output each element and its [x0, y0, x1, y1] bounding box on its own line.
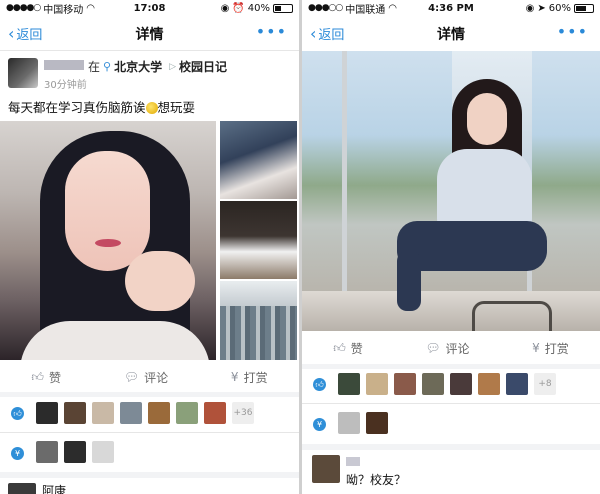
battery-icon [273, 3, 293, 13]
username-redacted[interactable] [44, 60, 84, 70]
comment-label: 评论 [144, 370, 169, 385]
battery-percent: 40% [247, 2, 270, 14]
like-button[interactable]: 👍︎ 赞 [31, 369, 61, 386]
likes-thumb-icon: 👍︎ [11, 407, 24, 420]
post-photo-main[interactable] [302, 51, 600, 331]
post-header: 在 ⚲ 北京大学 ▷ 校园日记 30分钟前 [8, 58, 293, 91]
post-photo-thumb-1[interactable] [220, 121, 297, 199]
page-title: 详情 [135, 27, 164, 43]
liker-avatar[interactable] [120, 402, 142, 424]
navigation-bar: ‹ 返回 详情 ••• [302, 18, 600, 48]
phone-screen-right: ●●●○○ 中国联通 ◠ 4:36 PM ◉ ➤ 60% ‹ 返回 详情 •••… [302, 0, 600, 494]
reward-coin-icon: ¥ [313, 418, 326, 431]
more-icon[interactable]: ••• [256, 22, 287, 41]
liker-avatar[interactable] [394, 373, 416, 395]
topic-tag-icon: ▷ [169, 61, 177, 72]
post-time: 30分钟前 [44, 80, 87, 91]
more-icon[interactable]: ••• [557, 22, 588, 41]
thumbs-up-icon: 👍︎ [333, 340, 346, 355]
commenter-avatar[interactable] [312, 455, 340, 483]
smiley-emoji-icon [145, 102, 158, 114]
caption-tail: 想玩耍 [157, 100, 196, 115]
rewarder-avatar[interactable] [366, 412, 388, 434]
section-gap [0, 392, 299, 397]
section-gap [302, 364, 600, 369]
liker-avatar[interactable] [64, 402, 86, 424]
reward-coin-icon: ¥ [11, 447, 24, 460]
likers-list: +36 [36, 402, 254, 424]
location-line: 在 ⚲ 北京大学 ▷ 校园日记 [88, 58, 227, 75]
liker-avatar[interactable] [422, 373, 444, 395]
rewarder-avatar[interactable] [64, 441, 86, 463]
liker-avatar[interactable] [148, 402, 170, 424]
likes-thumb-icon: 👍︎ [313, 378, 326, 391]
coin-icon: ¥ [532, 341, 540, 355]
rewarders-list [338, 412, 388, 434]
liker-avatar[interactable] [338, 373, 360, 395]
phone-screen-left: ●●●●○ 中国移动 ◠ 17:08 ◉ ⏰ 40% ‹ 返回 详情 ••• 在… [0, 0, 299, 494]
action-bar: 👍︎ 赞 💬︎ 评论 ¥ 打赏 [302, 333, 600, 363]
commenter-avatar[interactable] [8, 483, 36, 494]
liker-avatar[interactable] [478, 373, 500, 395]
commenter-name-redacted[interactable] [346, 457, 360, 466]
nav-divider [0, 50, 299, 51]
comment-label: 评论 [445, 341, 470, 356]
location-arrow-icon: ➤ [537, 2, 546, 14]
comment-bubble-icon: 💬︎ [123, 370, 140, 384]
likes-divider [0, 432, 299, 433]
reward-label: 打赏 [243, 370, 268, 385]
liker-avatar[interactable] [204, 402, 226, 424]
liker-avatar[interactable] [36, 402, 58, 424]
liker-avatar[interactable] [366, 373, 388, 395]
rewarder-avatar[interactable] [338, 412, 360, 434]
post-photo-thumb-2[interactable] [220, 201, 297, 279]
post-photo-main[interactable] [0, 121, 216, 360]
lock-rotation-icon: ◉ [525, 2, 535, 14]
location-pin-icon: ⚲ [103, 60, 112, 73]
liker-avatar[interactable] [92, 402, 114, 424]
like-label: 赞 [350, 341, 363, 356]
section-gap [0, 472, 299, 478]
battery-percent: 60% [548, 2, 571, 14]
like-label: 赞 [48, 370, 61, 385]
coin-icon: ¥ [230, 370, 239, 384]
avatar[interactable] [8, 58, 38, 88]
comment-button[interactable]: 💬︎ 评论 [425, 340, 469, 357]
navigation-bar: ‹ 返回 详情 ••• [0, 18, 299, 48]
lock-rotation-icon: ◉ [220, 2, 230, 14]
page-title: 详情 [437, 27, 465, 43]
alarm-icon: ⏰ [232, 2, 245, 14]
post-photo-thumb-3[interactable] [220, 281, 297, 360]
post-caption: 每天都在学习真伤脑筋诶 想玩耍 [8, 97, 195, 116]
status-bar: ●●●○○ 中国联通 ◠ 4:36 PM ◉ ➤ 60% [302, 0, 600, 16]
comment-button[interactable]: 💬︎ 评论 [124, 369, 168, 386]
location-link[interactable]: 北京大学 [114, 58, 162, 75]
caption-text: 每天都在学习真伤脑筋诶 [8, 100, 146, 115]
location-prefix: 在 [88, 60, 101, 74]
thumbs-up-icon: 👍︎ [31, 369, 44, 384]
topic-link[interactable]: 校园日记 [179, 58, 227, 75]
liker-avatar[interactable] [450, 373, 472, 395]
battery-icon [574, 3, 594, 13]
rewarder-avatar[interactable] [92, 441, 114, 463]
more-count-button[interactable]: +8 [534, 373, 556, 395]
liker-avatar[interactable] [506, 373, 528, 395]
likers-list: +8 [338, 373, 556, 395]
reward-button[interactable]: ¥ 打赏 [532, 340, 569, 357]
reward-label: 打赏 [544, 341, 569, 356]
action-bar: 👍︎ 赞 💬︎ 评论 ¥ 打赏 [0, 362, 299, 392]
more-count-button[interactable]: +36 [232, 402, 254, 424]
liker-avatar[interactable] [176, 402, 198, 424]
rewarders-list [36, 441, 114, 463]
status-bar: ●●●●○ 中国移动 ◠ 17:08 ◉ ⏰ 40% [0, 0, 299, 16]
comment-bubble-icon: 💬︎ [425, 341, 441, 355]
section-gap [302, 444, 600, 450]
like-button[interactable]: 👍︎ 赞 [333, 340, 363, 357]
rewarder-avatar[interactable] [36, 441, 58, 463]
likes-divider [302, 403, 600, 404]
comment-author: 阿康 [42, 484, 67, 494]
comment-text: 呦？校友？ [346, 473, 407, 487]
reward-button[interactable]: ¥ 打赏 [231, 369, 268, 386]
